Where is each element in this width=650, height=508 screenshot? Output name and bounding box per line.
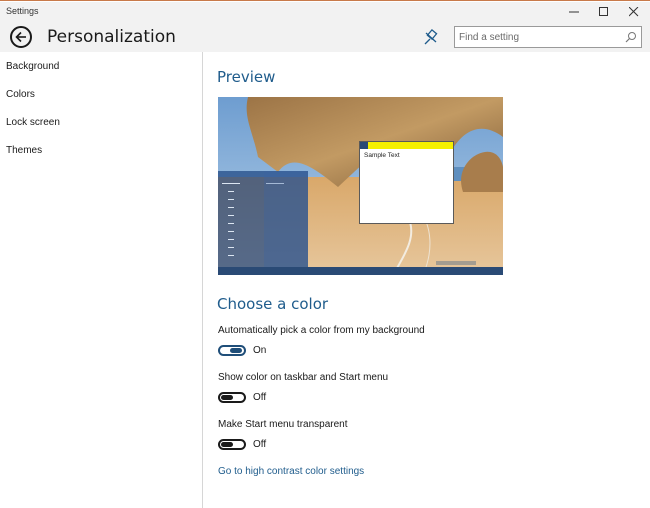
start-menu-line — [228, 255, 234, 256]
taskbar-color-toggle[interactable] — [218, 392, 246, 403]
sample-window: Sample Text — [359, 141, 454, 224]
sample-window-titlebar — [360, 142, 453, 149]
window-title: Settings — [6, 6, 39, 16]
preview-heading: Preview — [217, 68, 276, 86]
sidebar-item-themes[interactable]: Themes — [6, 145, 42, 156]
main-content: Preview Sample Text Choose a color Autom… — [204, 52, 650, 508]
page-title: Personalization — [47, 27, 176, 47]
start-menu-line — [228, 239, 234, 240]
start-menu-line — [228, 191, 234, 192]
toggle-knob — [230, 348, 242, 353]
toggle-knob — [221, 395, 233, 400]
back-button[interactable] — [10, 26, 32, 48]
auto-pick-color-state: On — [253, 345, 267, 356]
search-icon[interactable] — [625, 31, 637, 43]
sidebar-item-colors[interactable]: Colors — [6, 89, 35, 100]
sidebar: Background Colors Lock screen Themes — [0, 52, 203, 508]
choose-color-heading: Choose a color — [217, 295, 329, 313]
taskbar-color-label: Show color on taskbar and Start menu — [218, 372, 389, 383]
start-menu-tiles — [264, 171, 308, 267]
auto-pick-color-toggle[interactable] — [218, 345, 246, 356]
transparent-start-label: Make Start menu transparent — [218, 419, 348, 430]
start-menu-line — [228, 247, 234, 248]
high-contrast-link[interactable]: Go to high contrast color settings — [218, 466, 364, 477]
minimize-button[interactable] — [558, 2, 590, 22]
taskbar-watermark — [436, 261, 476, 265]
pin-to-start-button[interactable] — [422, 28, 440, 46]
settings-window: Settings Personalization Find a setting … — [0, 0, 650, 508]
search-box[interactable] — [454, 26, 642, 48]
start-menu-line — [222, 183, 240, 184]
maximize-icon — [599, 7, 608, 16]
header: Personalization — [0, 22, 650, 52]
pin-icon — [424, 28, 438, 45]
auto-pick-color-label: Automatically pick a color from my backg… — [218, 325, 425, 336]
start-menu-line — [228, 207, 234, 208]
start-menu-line — [228, 215, 234, 216]
sidebar-item-lock-screen[interactable]: Lock screen — [6, 117, 60, 128]
preview-start-menu — [218, 171, 308, 267]
sidebar-item-background[interactable]: Background — [6, 61, 59, 72]
transparent-start-state: Off — [253, 439, 267, 450]
start-menu-line — [228, 223, 234, 224]
back-arrow-icon — [15, 31, 26, 43]
taskbar-color-state: Off — [253, 392, 267, 403]
sample-text: Sample Text — [364, 152, 400, 159]
preview-image: Sample Text — [218, 97, 503, 275]
transparent-start-toggle[interactable] — [218, 439, 246, 450]
preview-taskbar — [218, 261, 503, 275]
close-icon — [629, 7, 639, 17]
start-menu-line — [228, 199, 234, 200]
close-button[interactable] — [618, 2, 650, 22]
search-input[interactable] — [459, 29, 619, 45]
toggle-knob — [221, 442, 233, 447]
maximize-button[interactable] — [588, 2, 620, 22]
minimize-icon — [569, 11, 579, 13]
start-menu-line — [228, 231, 234, 232]
title-bar: Settings — [0, 2, 650, 22]
